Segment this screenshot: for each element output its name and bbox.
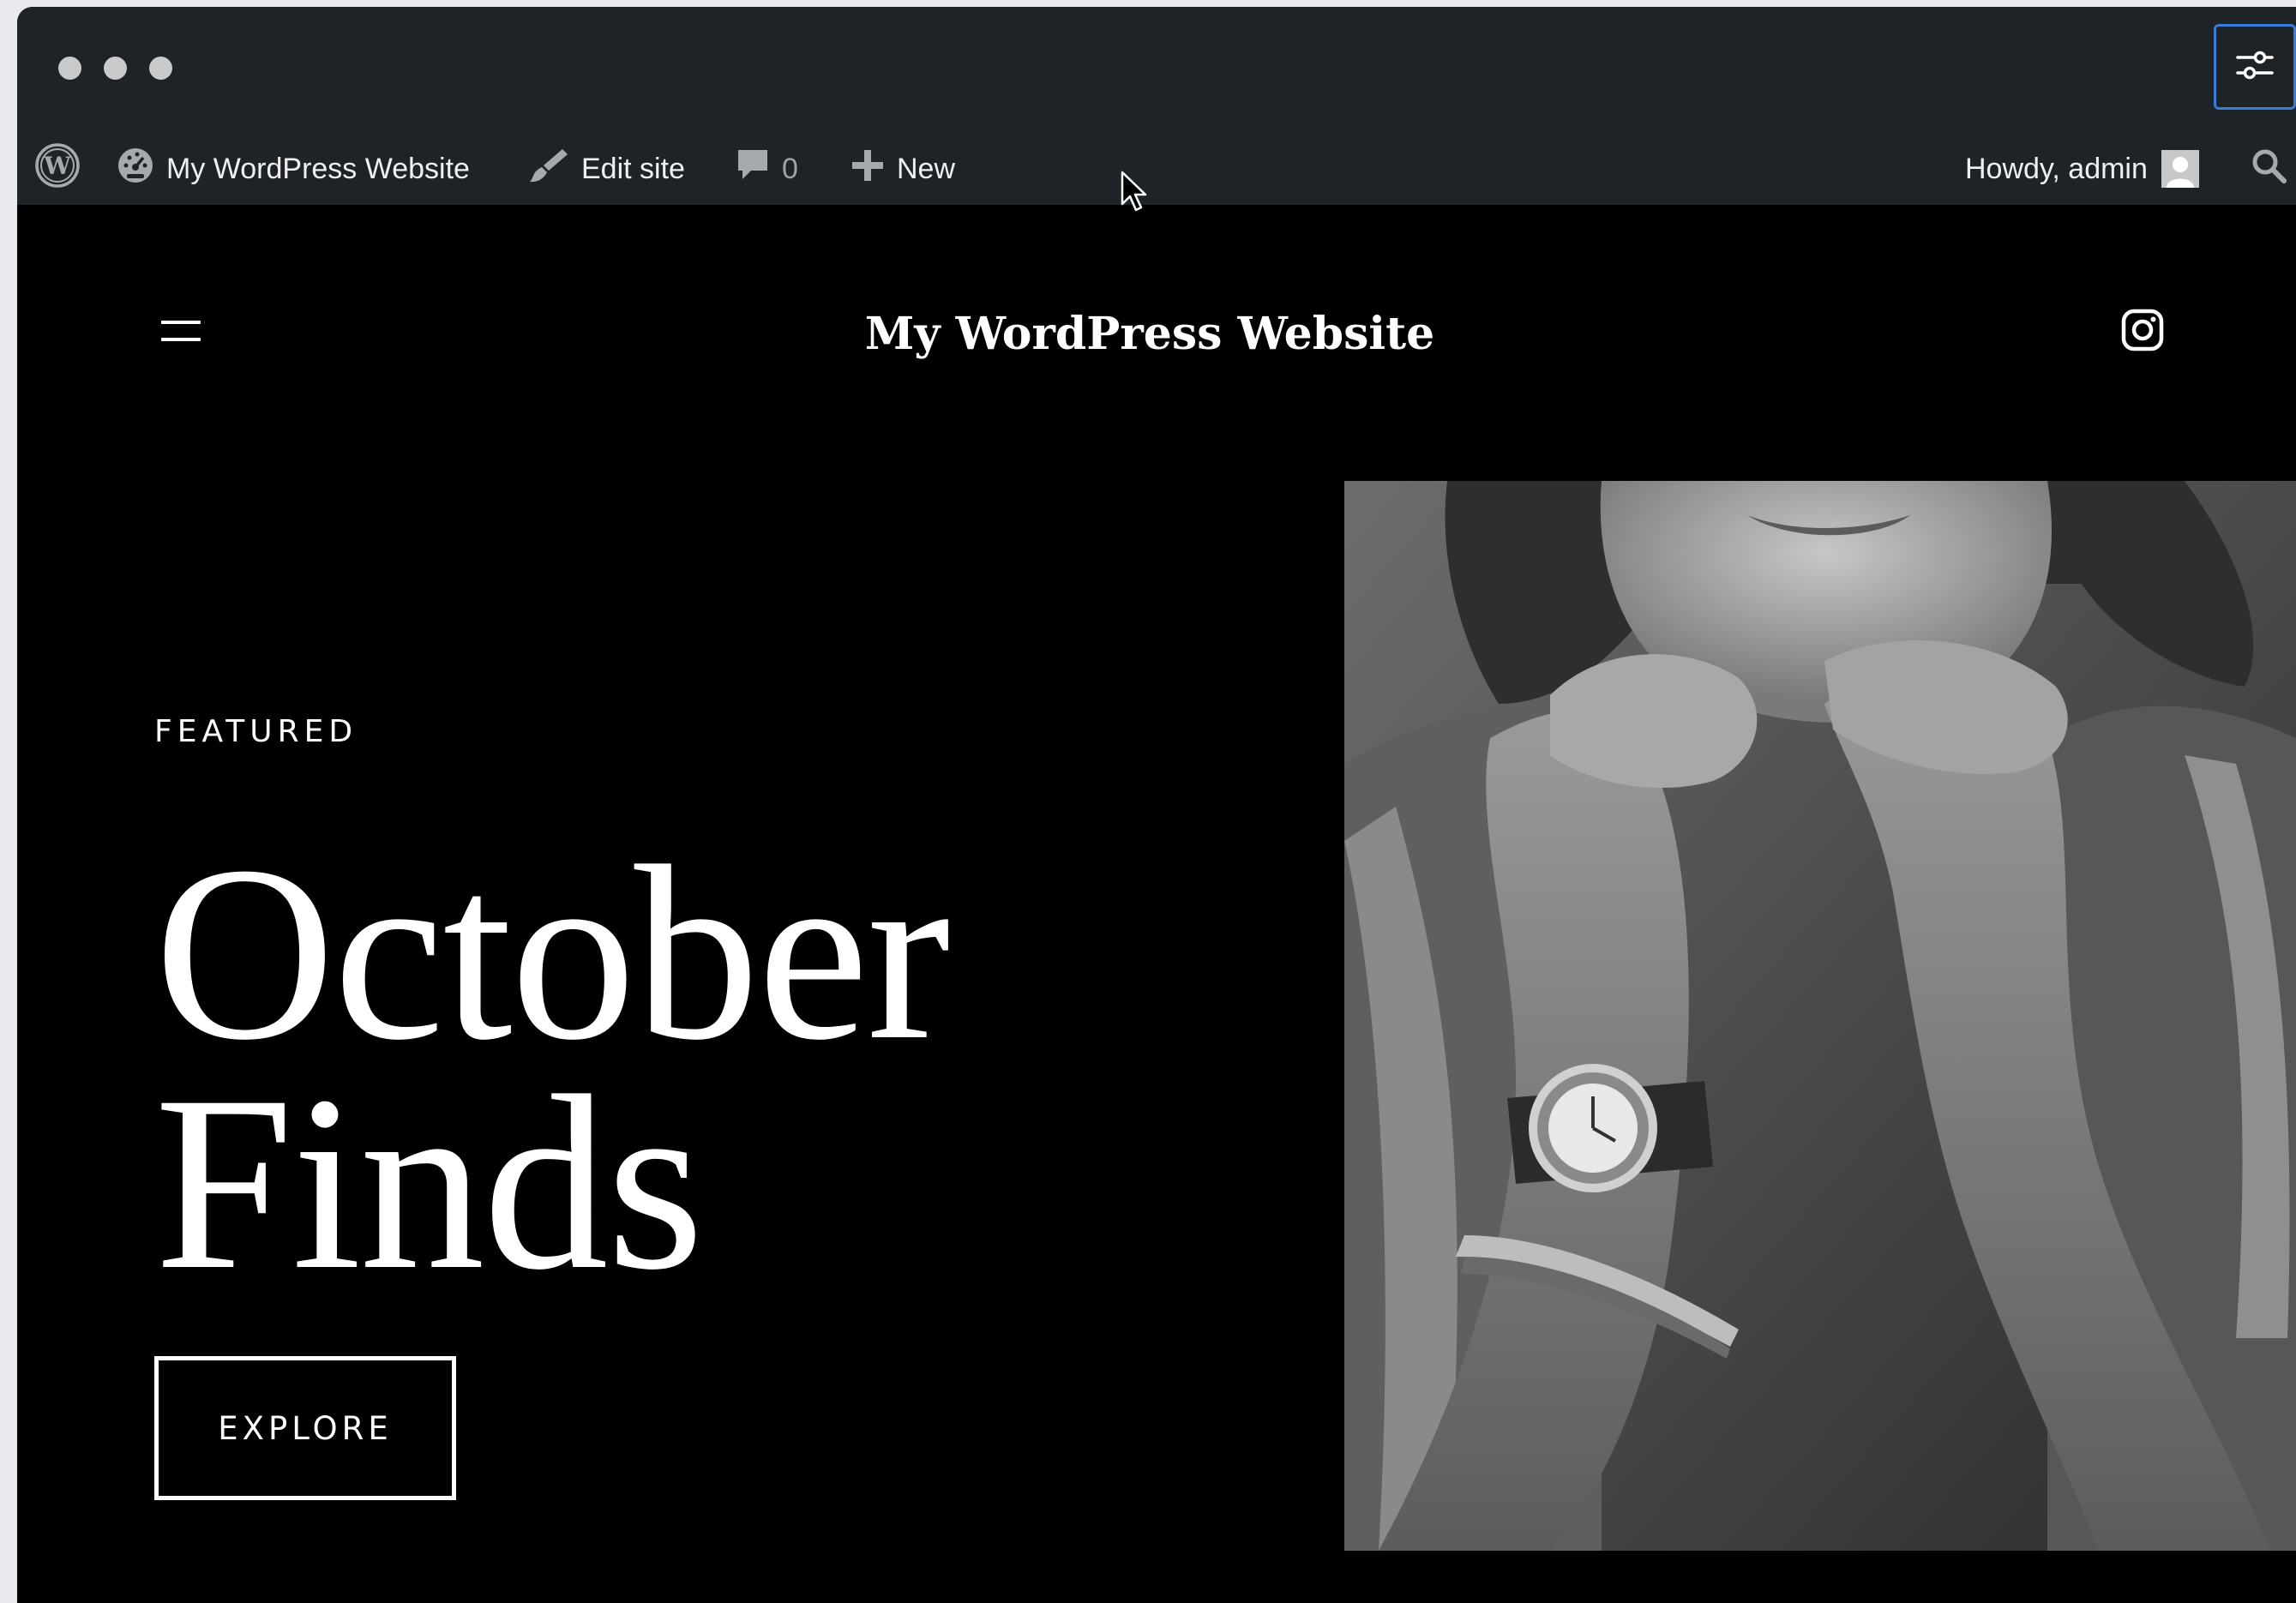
mouse-pointer-icon <box>1120 170 1149 219</box>
wp-admin-bar: W My WordPress Website Edit site 0 New H… <box>17 133 2296 205</box>
dashboard-gauge-icon <box>117 147 154 192</box>
new-content-menu[interactable]: New <box>850 133 955 205</box>
plus-icon <box>850 148 885 190</box>
my-account-menu[interactable]: Howdy, admin <box>1965 133 2199 205</box>
headline-line-2: Finds <box>154 1045 704 1322</box>
window-titlebar <box>17 7 2296 133</box>
site-title[interactable]: My WordPress Website <box>17 308 2289 360</box>
settings-button[interactable] <box>2214 24 2296 110</box>
hero-headline: October Finds <box>154 815 950 1322</box>
site-frontend: My WordPress Website FEATURED October Fi… <box>17 205 2296 1603</box>
headline-line-1: October <box>154 815 950 1092</box>
brush-icon <box>528 147 569 192</box>
comments-link[interactable]: 0 <box>736 133 798 205</box>
hero-photo <box>1344 481 2296 1551</box>
howdy-label: Howdy, admin <box>1965 152 2148 185</box>
instagram-icon[interactable] <box>2120 308 2165 357</box>
admin-bar-search[interactable] <box>2250 133 2287 205</box>
explore-button[interactable]: EXPLORE <box>154 1356 456 1500</box>
comments-count: 0 <box>782 152 798 185</box>
search-icon <box>2250 147 2287 192</box>
new-label: New <box>897 152 956 185</box>
sliders-icon <box>2236 48 2274 87</box>
wordpress-logo-icon: W <box>34 142 81 196</box>
edit-site-label: Edit site <box>581 152 685 185</box>
svg-text:W: W <box>43 152 71 180</box>
avatar <box>2161 150 2199 188</box>
wp-logo-menu[interactable]: W <box>34 133 81 205</box>
browser-window: W My WordPress Website Edit site 0 New H… <box>17 7 2296 1603</box>
minimize-window-button[interactable] <box>104 57 127 80</box>
close-window-button[interactable] <box>58 57 81 80</box>
zoom-window-button[interactable] <box>149 57 172 80</box>
site-name-label: My WordPress Website <box>166 152 470 185</box>
site-name-menu[interactable]: My WordPress Website <box>117 133 470 205</box>
edit-site-link[interactable]: Edit site <box>528 133 685 205</box>
featured-eyebrow: FEATURED <box>154 714 358 749</box>
comment-bubble-icon <box>736 147 770 192</box>
